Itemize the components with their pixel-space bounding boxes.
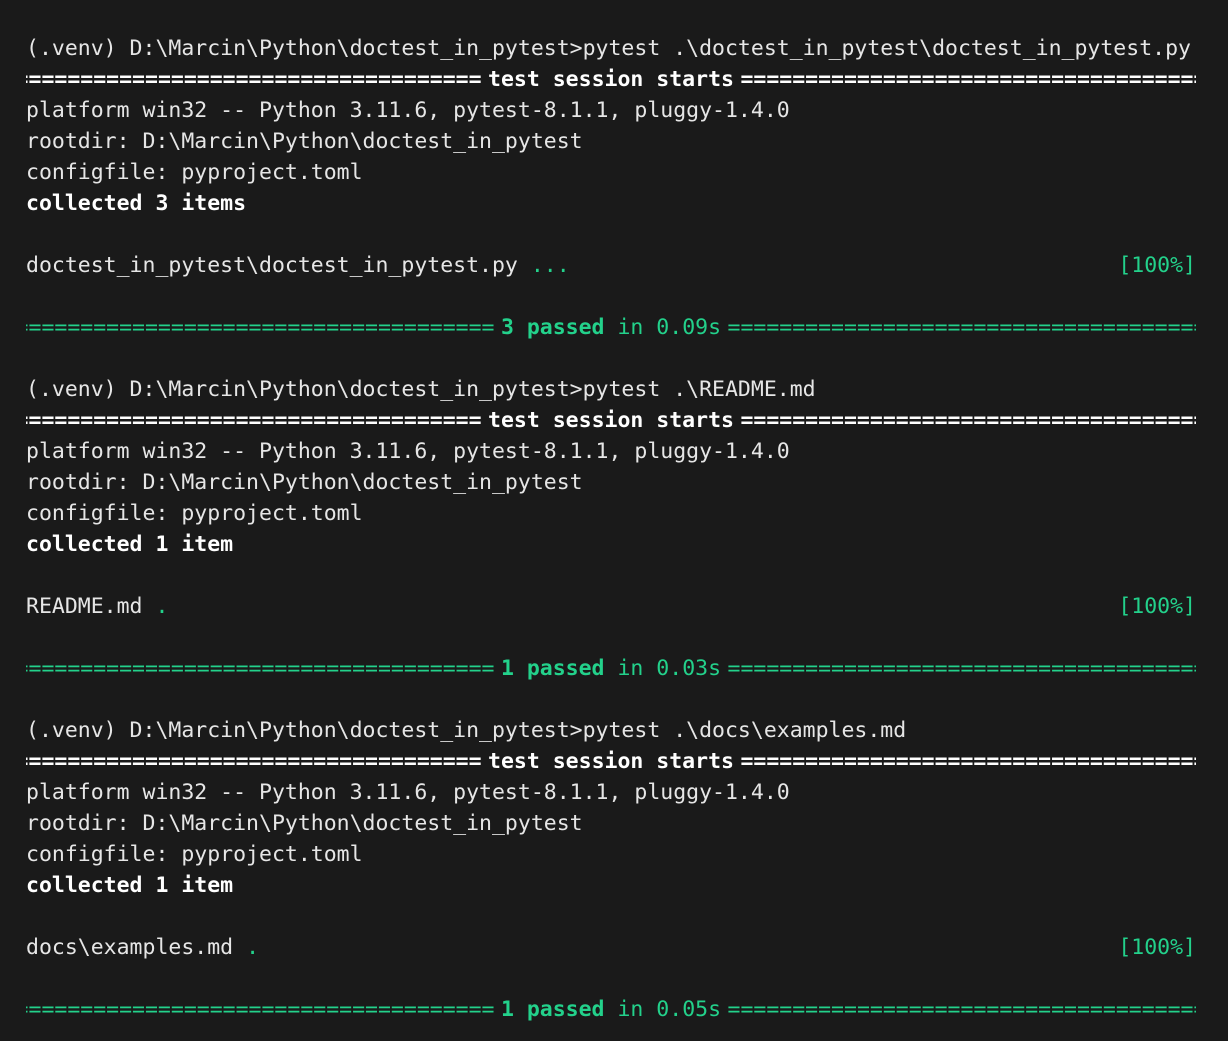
command-line: (.venv) D:\Marcin\Python\doctest_in_pyte… [26, 36, 1191, 61]
summary-line: ========================================… [26, 994, 1196, 1025]
session-header: ========================================… [26, 746, 1196, 777]
progress-percent: [100%] [1118, 594, 1196, 619]
test-result-line: doctest_in_pytest\doctest_in_pytest.py .… [26, 250, 1196, 281]
separator: ========================================… [740, 67, 1196, 92]
separator: ========================================… [26, 997, 495, 1022]
command-line: (.venv) D:\Marcin\Python\doctest_in_pyte… [26, 377, 816, 402]
configfile-line: configfile: pyproject.toml [26, 501, 363, 526]
platform-line: platform win32 -- Python 3.11.6, pytest-… [26, 780, 790, 805]
pytest-run-1: (.venv) D:\Marcin\Python\doctest_in_pyte… [26, 33, 1196, 343]
test-pass-dots: . [155, 594, 169, 619]
test-pass-dots: . [246, 935, 260, 960]
duration: in 0.09s [617, 315, 722, 340]
separator: ========================================… [727, 656, 1196, 681]
test-result-file: docs\examples.md . [26, 932, 259, 963]
session-header: ========================================… [26, 405, 1196, 436]
pytest-run-3: (.venv) D:\Marcin\Python\doctest_in_pyte… [26, 715, 1196, 1025]
session-header: ========================================… [26, 64, 1196, 95]
separator: ========================================… [26, 656, 495, 681]
summary-line: ========================================… [26, 312, 1196, 343]
collected-line: collected 1 item [26, 532, 234, 557]
pytest-run-2: (.venv) D:\Marcin\Python\doctest_in_pyte… [26, 374, 1196, 684]
platform-line: platform win32 -- Python 3.11.6, pytest-… [26, 98, 790, 123]
summary-text: 1 passed in 0.05s [494, 994, 727, 1025]
separator: ========================================… [727, 997, 1196, 1022]
separator: ========================================… [740, 408, 1196, 433]
separator: ========================================… [26, 749, 482, 774]
test-result-line: README.md . [100%] [26, 591, 1196, 622]
passed-count: 1 passed [500, 997, 605, 1022]
separator: ========================================… [727, 315, 1196, 340]
session-header-label: test session starts [488, 408, 734, 433]
duration: in 0.03s [617, 656, 722, 681]
test-result-file: README.md . [26, 591, 168, 622]
progress-percent: [100%] [1118, 253, 1196, 278]
passed-count: 1 passed [500, 656, 605, 681]
summary-text: 3 passed in 0.09s [494, 312, 727, 343]
separator: ========================================… [26, 408, 482, 433]
passed-count: 3 passed [500, 315, 605, 340]
progress-percent: [100%] [1118, 935, 1196, 960]
test-file-path: docs\examples.md [26, 935, 234, 960]
platform-line: platform win32 -- Python 3.11.6, pytest-… [26, 439, 790, 464]
collected-line: collected 1 item [26, 873, 234, 898]
collected-line: collected 3 items [26, 191, 247, 216]
terminal-output[interactable]: (.venv) D:\Marcin\Python\doctest_in_pyte… [0, 0, 1228, 1041]
configfile-line: configfile: pyproject.toml [26, 842, 363, 867]
test-file-path: doctest_in_pytest\doctest_in_pytest.py [26, 253, 518, 278]
summary-text: 1 passed in 0.03s [494, 653, 727, 684]
rootdir-line: rootdir: D:\Marcin\Python\doctest_in_pyt… [26, 470, 583, 495]
rootdir-line: rootdir: D:\Marcin\Python\doctest_in_pyt… [26, 129, 583, 154]
separator: ========================================… [26, 67, 482, 92]
command-line: (.venv) D:\Marcin\Python\doctest_in_pyte… [26, 718, 907, 743]
summary-line: ========================================… [26, 653, 1196, 684]
test-result-file: doctest_in_pytest\doctest_in_pytest.py .… [26, 250, 570, 281]
separator: ========================================… [26, 315, 495, 340]
separator: ========================================… [740, 749, 1196, 774]
session-header-label: test session starts [488, 67, 734, 92]
test-file-path: README.md [26, 594, 143, 619]
test-result-line: docs\examples.md . [100%] [26, 932, 1196, 963]
session-header-label: test session starts [488, 749, 734, 774]
duration: in 0.05s [617, 997, 722, 1022]
configfile-line: configfile: pyproject.toml [26, 160, 363, 185]
rootdir-line: rootdir: D:\Marcin\Python\doctest_in_pyt… [26, 811, 583, 836]
test-pass-dots: ... [530, 253, 570, 278]
